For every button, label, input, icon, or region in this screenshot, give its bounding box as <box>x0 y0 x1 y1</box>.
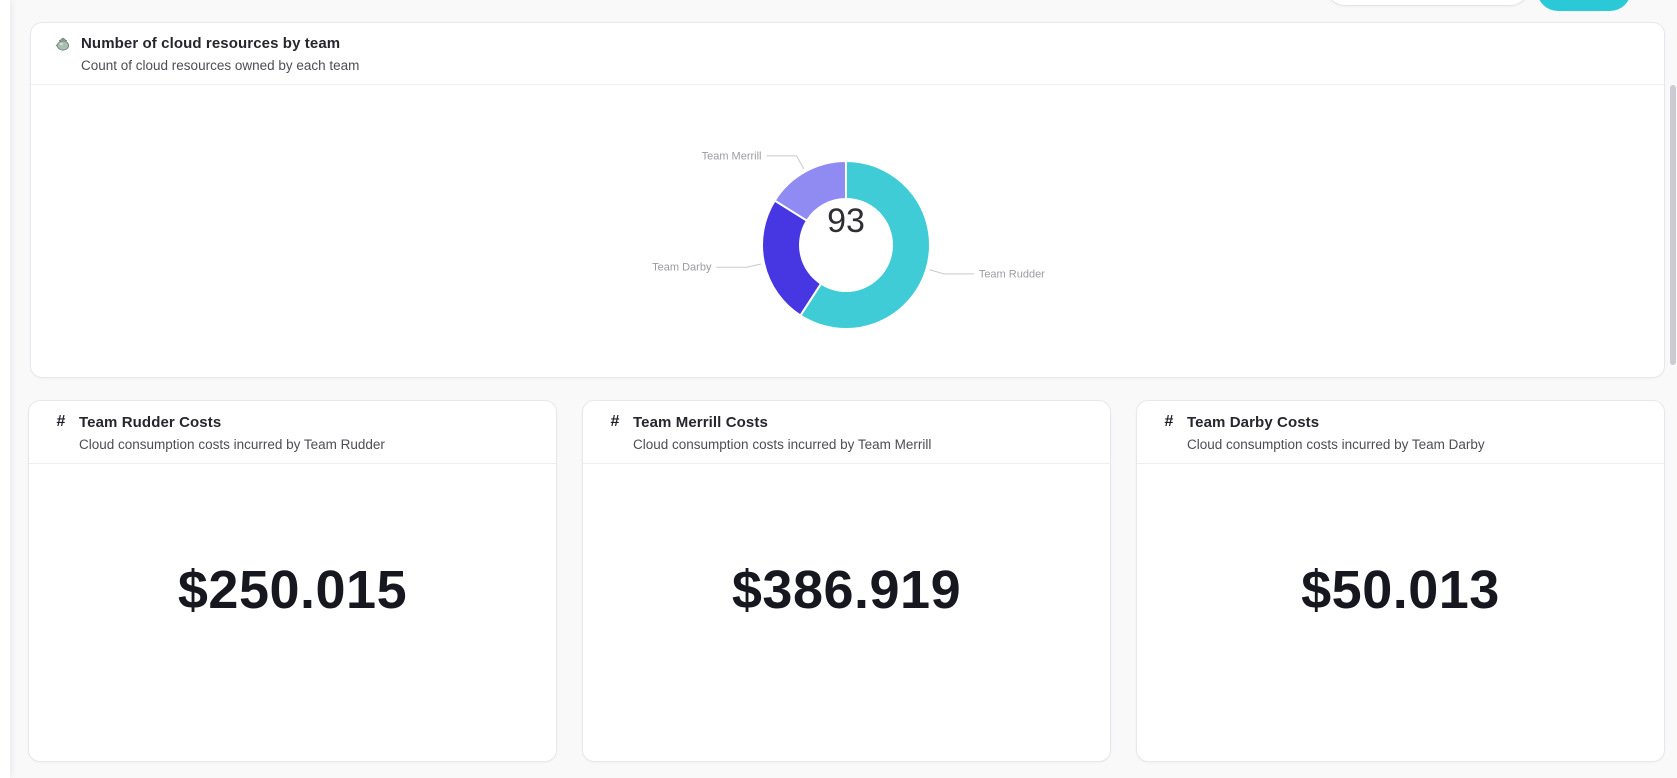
stat-card-body: $50.013 <box>1137 476 1664 761</box>
stat-card-title: Team Rudder Costs <box>79 414 221 431</box>
stat-card-header: # Team Darby Costs Cloud consumption cos… <box>1137 401 1664 464</box>
number-hash-icon: # <box>1161 413 1177 431</box>
donut-card-header: Number of cloud resources by team Count … <box>31 23 1664 85</box>
primary-toolbar-button[interactable] <box>1537 0 1631 11</box>
stat-value: $250.015 <box>178 559 407 621</box>
donut-card-subtitle: Count of cloud resources owned by each t… <box>81 58 1640 73</box>
stat-card-team-darby: # Team Darby Costs Cloud consumption cos… <box>1136 400 1665 762</box>
stat-value: $386.919 <box>732 559 961 621</box>
donut-card-title: Number of cloud resources by team <box>81 35 340 52</box>
donut-segment-label: Team Merrill <box>702 150 762 162</box>
vertical-scrollbar-thumb[interactable] <box>1670 85 1676 365</box>
donut-segment-label: Team Rudder <box>979 268 1045 280</box>
label-leader-line <box>766 156 803 169</box>
stat-card-body: $250.015 <box>29 476 556 761</box>
donut-segment-label: Team Darby <box>652 262 712 274</box>
stat-card-subtitle: Cloud consumption costs incurred by Team… <box>633 437 1086 452</box>
dashboard-screen: Number of cloud resources by team Count … <box>0 0 1677 778</box>
stat-card-body: $386.919 <box>583 476 1110 761</box>
donut-chart-area: Team Rudder Team Darby Team Merrill 93 <box>31 84 1664 377</box>
label-leader-line <box>929 270 973 274</box>
stat-card-title: Team Merrill Costs <box>633 414 768 431</box>
label-leader-line <box>716 264 761 267</box>
stat-value: $50.013 <box>1301 559 1500 621</box>
stat-card-header: # Team Rudder Costs Cloud consumption co… <box>29 401 556 464</box>
secondary-toolbar-button[interactable] <box>1325 0 1530 6</box>
stat-card-header: # Team Merrill Costs Cloud consumption c… <box>583 401 1110 464</box>
stat-card-subtitle: Cloud consumption costs incurred by Team… <box>1187 437 1640 452</box>
collapsed-sidebar-edge <box>0 0 10 778</box>
teapot-emoji-icon <box>55 36 71 52</box>
donut-center-total: 93 <box>786 202 906 241</box>
stat-card-title: Team Darby Costs <box>1187 414 1319 431</box>
stat-card-subtitle: Cloud consumption costs incurred by Team… <box>79 437 532 452</box>
number-hash-icon: # <box>53 413 69 431</box>
stat-card-team-rudder: # Team Rudder Costs Cloud consumption co… <box>28 400 557 762</box>
number-hash-icon: # <box>607 413 623 431</box>
stat-card-team-merrill: # Team Merrill Costs Cloud consumption c… <box>582 400 1111 762</box>
donut-chart-card: Number of cloud resources by team Count … <box>30 22 1665 378</box>
